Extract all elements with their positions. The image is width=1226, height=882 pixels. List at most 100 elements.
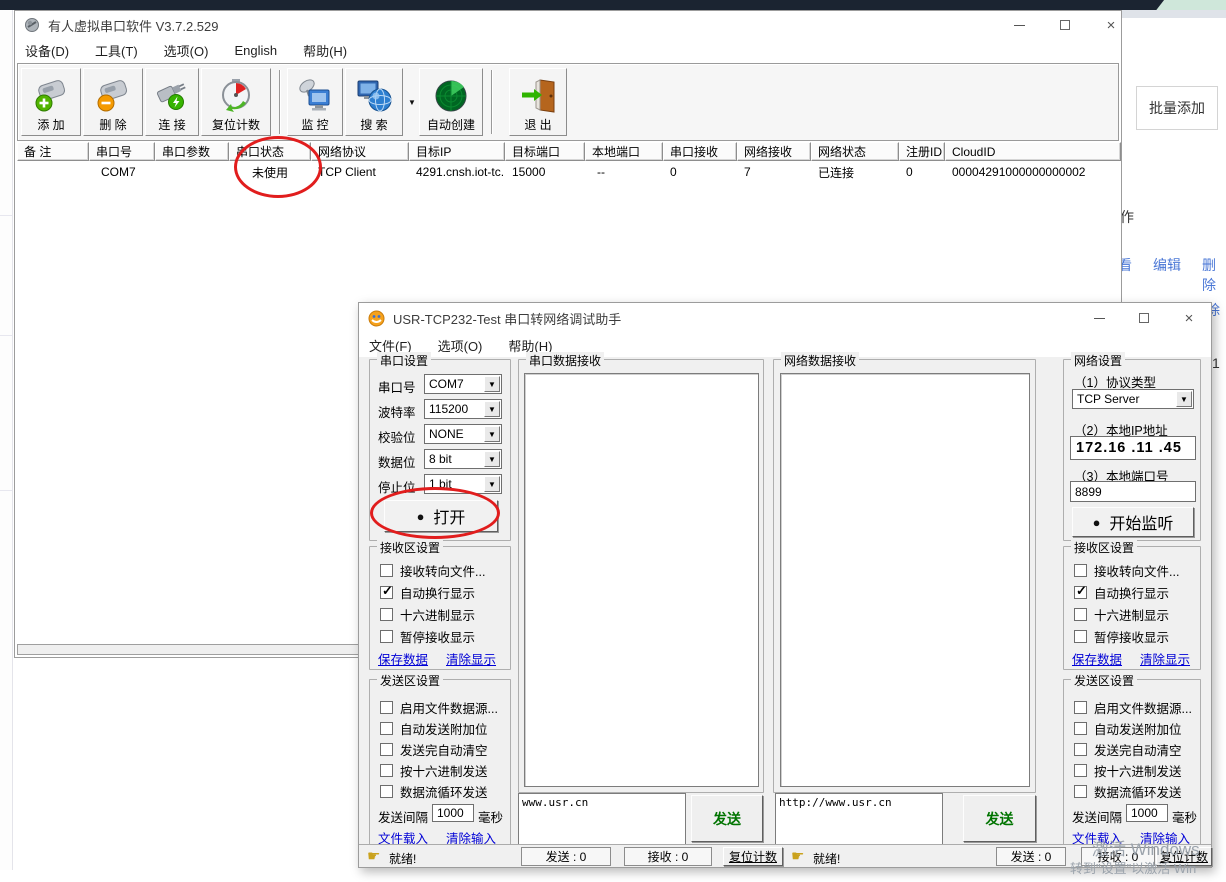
col-protocol[interactable]: 网络协议 — [311, 142, 409, 161]
save-data-link[interactable]: 保存数据 — [1072, 649, 1122, 668]
save-data-link[interactable]: 保存数据 — [378, 649, 428, 668]
chevron-down-icon[interactable]: ▼ — [484, 426, 500, 442]
start-listen-button[interactable]: ●开始监听 — [1072, 507, 1194, 537]
parity-select[interactable]: NONE▼ — [424, 424, 502, 444]
col-target-port[interactable]: 目标端口 — [505, 142, 585, 161]
vcom-titlebar[interactable]: 有人虚拟串口软件 V3.7.2.529 × — [15, 11, 1121, 39]
add-button[interactable]: 添 加 — [21, 68, 81, 136]
col-remark[interactable]: 备 注 — [17, 142, 89, 161]
menu-options[interactable]: 选项(O) — [164, 41, 209, 60]
exit-button[interactable]: 退 出 — [509, 68, 567, 136]
search-dropdown-arrow[interactable]: ▼ — [405, 98, 419, 107]
col-com-recv[interactable]: 串口接收 — [663, 142, 737, 161]
col-target-ip[interactable]: 目标IP — [409, 142, 505, 161]
loop-send-checkbox[interactable]: 数据流循环发送 — [380, 782, 488, 801]
connect-button[interactable]: 连 接 — [145, 68, 199, 136]
net-recv-textarea[interactable] — [780, 373, 1030, 787]
col-net-recv[interactable]: 网络接收 — [737, 142, 811, 161]
checkbox-icon[interactable] — [1074, 785, 1087, 798]
checkbox-icon[interactable] — [1074, 722, 1087, 735]
test-maximize-button[interactable] — [1126, 303, 1162, 333]
checkbox-icon[interactable] — [380, 785, 393, 798]
batch-add-button[interactable]: 批量添加 — [1136, 86, 1218, 130]
test-close-button[interactable]: × — [1171, 303, 1207, 333]
auto-wrap-checkbox[interactable]: 自动换行显示 — [380, 583, 475, 602]
checkbox-icon[interactable] — [1074, 701, 1087, 714]
col-net-status[interactable]: 网络状态 — [811, 142, 899, 161]
vcom-minimize-button[interactable] — [1001, 11, 1037, 39]
auto-wrap-checkbox[interactable]: 自动换行显示 — [1074, 583, 1169, 602]
col-params[interactable]: 串口参数 — [155, 142, 229, 161]
recv-to-file-checkbox[interactable]: 接收转向文件... — [380, 561, 485, 580]
col-cloud-id[interactable]: CloudID — [945, 142, 1121, 161]
search-button[interactable]: 搜 索 — [345, 68, 403, 136]
auto-append-checkbox[interactable]: 自动发送附加位 — [1074, 719, 1182, 738]
pause-recv-checkbox[interactable]: 暂停接收显示 — [380, 627, 475, 646]
checkbox-icon[interactable] — [1074, 564, 1087, 577]
serial-send-input[interactable]: www.usr.cn — [518, 793, 686, 845]
checkbox-icon[interactable] — [1074, 764, 1087, 777]
edit-link[interactable]: 编辑 — [1153, 255, 1181, 275]
hex-send-checkbox[interactable]: 按十六进制发送 — [380, 761, 488, 780]
databits-select[interactable]: 8 bit▼ — [424, 449, 502, 469]
delete-link-partial[interactable]: 删除 — [1202, 255, 1226, 295]
menu-english[interactable]: English — [234, 43, 277, 58]
menu-options[interactable]: 选项(O) — [438, 336, 483, 355]
chevron-down-icon[interactable]: ▼ — [484, 476, 500, 492]
checkbox-icon[interactable] — [380, 722, 393, 735]
test-minimize-button[interactable] — [1081, 303, 1117, 333]
vcom-table-row[interactable]: COM7 未使用 TCP Client 4291.cnsh.iot-tc... … — [17, 161, 1121, 183]
open-serial-button[interactable]: ●打开 — [384, 500, 498, 532]
vcom-maximize-button[interactable] — [1047, 11, 1083, 39]
test-titlebar[interactable]: USR-TCP232-Test 串口转网络调试助手 × — [359, 303, 1211, 333]
checkbox-icon[interactable] — [1074, 608, 1087, 621]
file-source-checkbox[interactable]: 启用文件数据源... — [380, 698, 498, 717]
vcom-close-button[interactable]: × — [1093, 11, 1129, 39]
baud-select[interactable]: 115200▼ — [424, 399, 502, 419]
monitor-button[interactable]: 监 控 — [287, 68, 343, 136]
local-ip-input[interactable]: 172.16 .11 .45 — [1070, 436, 1196, 460]
clear-after-send-checkbox[interactable]: 发送完自动清空 — [1074, 740, 1182, 759]
col-reg-id[interactable]: 注册ID — [899, 142, 945, 161]
local-port-input[interactable]: 8899 — [1070, 481, 1196, 502]
com-select[interactable]: COM7▼ — [424, 374, 502, 394]
serial-send-button[interactable]: 发送 — [691, 795, 763, 842]
menu-tools[interactable]: 工具(T) — [95, 41, 138, 60]
net-send-button[interactable]: 发送 — [963, 795, 1036, 842]
chevron-down-icon[interactable]: ▼ — [484, 376, 500, 392]
clear-display-link[interactable]: 清除显示 — [446, 649, 496, 668]
clear-after-send-checkbox[interactable]: 发送完自动清空 — [380, 740, 488, 759]
autocreate-button[interactable]: 自动创建 — [419, 68, 483, 136]
hex-display-checkbox[interactable]: 十六进制显示 — [1074, 605, 1169, 624]
checkbox-icon[interactable] — [380, 630, 393, 643]
chevron-down-icon[interactable]: ▼ — [484, 401, 500, 417]
protocol-select[interactable]: TCP Server▼ — [1072, 389, 1194, 409]
chevron-down-icon[interactable]: ▼ — [484, 451, 500, 467]
col-com-status[interactable]: 串口状态 — [229, 142, 311, 161]
checkbox-icon[interactable] — [1074, 630, 1087, 643]
stopbits-select[interactable]: 1 bit▼ — [424, 474, 502, 494]
clear-display-link[interactable]: 清除显示 — [1140, 649, 1190, 668]
checkbox-icon[interactable] — [380, 564, 393, 577]
pause-recv-checkbox[interactable]: 暂停接收显示 — [1074, 627, 1169, 646]
interval-input[interactable]: 1000 — [432, 804, 474, 822]
reset-count-button[interactable]: 复位计数 — [201, 68, 271, 136]
checkbox-icon[interactable] — [380, 764, 393, 777]
menu-help[interactable]: 帮助(H) — [303, 41, 347, 60]
menu-device[interactable]: 设备(D) — [25, 41, 69, 60]
checkbox-icon[interactable] — [380, 701, 393, 714]
recv-to-file-checkbox[interactable]: 接收转向文件... — [1074, 561, 1179, 580]
checkbox-icon[interactable] — [1074, 586, 1087, 599]
col-local-port[interactable]: 本地端口 — [585, 142, 663, 161]
hex-display-checkbox[interactable]: 十六进制显示 — [380, 605, 475, 624]
checkbox-icon[interactable] — [1074, 743, 1087, 756]
loop-send-checkbox[interactable]: 数据流循环发送 — [1074, 782, 1182, 801]
checkbox-icon[interactable] — [380, 608, 393, 621]
checkbox-icon[interactable] — [380, 586, 393, 599]
interval-input[interactable]: 1000 — [1126, 804, 1168, 822]
delete-button[interactable]: 删 除 — [83, 68, 143, 136]
serial-reset-count-button[interactable]: 复位计数 — [723, 847, 783, 866]
checkbox-icon[interactable] — [380, 743, 393, 756]
net-send-input[interactable]: http://www.usr.cn — [775, 793, 943, 845]
auto-append-checkbox[interactable]: 自动发送附加位 — [380, 719, 488, 738]
